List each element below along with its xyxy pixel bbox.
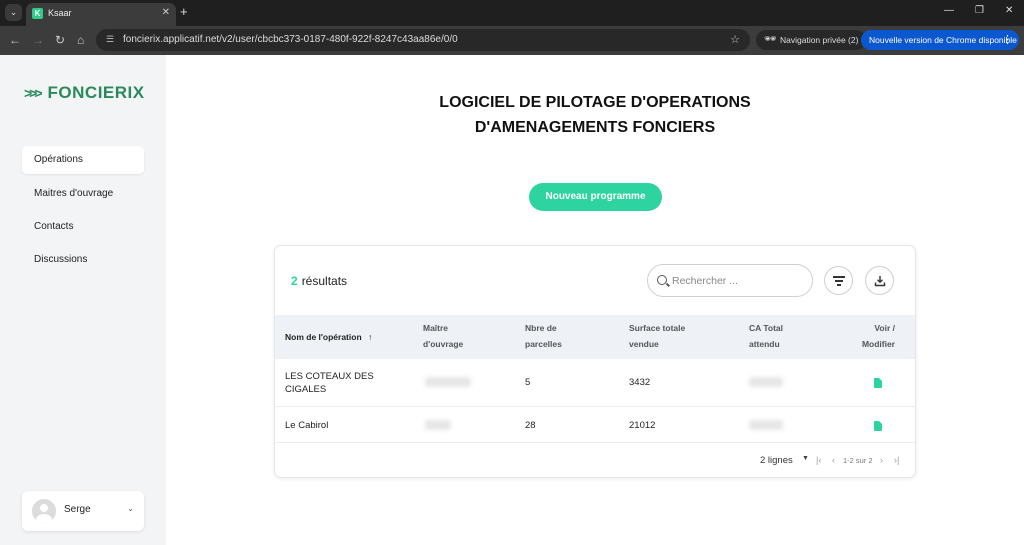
filter-icon [833, 276, 845, 286]
minimize-icon[interactable]: — [944, 5, 954, 16]
download-icon [874, 276, 886, 287]
redacted-maitre-ouvrage [425, 420, 451, 430]
column-maitre-line2: d'ouvrage [423, 339, 464, 349]
results-count: 2 résultats [291, 274, 347, 288]
new-tab-plus-icon[interactable]: + [180, 4, 188, 19]
page-title: LOGICIEL DE PILOTAGE D'OPERATIONS D'AMEN… [166, 90, 1024, 140]
filter-button[interactable] [824, 266, 853, 295]
page-range: 1-2 sur 2 [843, 456, 873, 465]
close-tab-icon[interactable]: ✕ [162, 7, 170, 18]
operation-name-line2: CIGALES [285, 384, 327, 395]
incognito-label: Navigation privée (2) [780, 35, 859, 45]
caret-down-icon[interactable]: ▼ [802, 455, 809, 462]
column-header-ca: CA Total attendu [749, 320, 783, 352]
column-surface-line1: Surface totale [629, 323, 686, 333]
address-bar: ← → ↻ ⌂ ☰ foncierix.applicatif.net/v2/us… [0, 26, 1024, 55]
prev-page-icon[interactable]: ‹ [832, 455, 835, 465]
column-header-surface: Surface totale vendue [629, 320, 685, 352]
new-program-button[interactable]: Nouveau programme [529, 183, 662, 211]
column-maitre-line1: Maître [423, 323, 449, 333]
edit-document-icon[interactable] [874, 421, 882, 431]
results-number: 2 [291, 274, 298, 288]
avatar [32, 499, 56, 523]
sidebar-item-operations[interactable]: Opérations [22, 146, 144, 174]
url-field[interactable]: ☰ foncierix.applicatif.net/v2/user/cbcbc… [96, 29, 750, 51]
download-button[interactable] [865, 266, 894, 295]
page-title-line1: LOGICIEL DE PILOTAGE D'OPERATIONS [439, 94, 751, 111]
column-ca-line2: attendu [749, 339, 780, 349]
ksaar-favicon-icon: K [32, 8, 43, 19]
url-text: foncierix.applicatif.net/v2/user/cbcbc37… [123, 34, 458, 45]
reload-icon[interactable]: ↻ [55, 33, 65, 47]
search-input[interactable] [672, 273, 802, 289]
search-box[interactable] [647, 264, 813, 297]
site-info-icon[interactable]: ☰ [106, 34, 114, 45]
kebab-menu-icon[interactable]: ⋮ [1002, 30, 1013, 50]
page-title-line2: D'AMENAGEMENTS FONCIERS [474, 119, 716, 136]
parcelles-count: 5 [525, 377, 531, 388]
user-menu[interactable]: Serge ⌄ [22, 491, 144, 531]
bookmark-star-icon[interactable]: ☆ [730, 33, 740, 46]
sidebar-item-discussions[interactable]: Discussions [22, 246, 144, 274]
operation-name: LES COTEAUX DES CIGALES [285, 370, 374, 396]
sidebar-item-maitres-ouvrage[interactable]: Maitres d'ouvrage [22, 180, 144, 208]
forward-arrow-icon[interactable]: → [32, 33, 44, 47]
results-label: résultats [301, 274, 348, 288]
edit-document-icon[interactable] [874, 378, 882, 388]
column-header-name[interactable]: Nom de l'opération ↑ [285, 329, 372, 345]
table-header: Nom de l'opération ↑ Maître d'ouvrage Nb… [275, 315, 915, 359]
incognito-badge[interactable]: 🕶 Navigation privée (2) [756, 30, 867, 50]
column-ca-line1: CA Total [749, 323, 783, 333]
table-row[interactable]: Le Cabirol 28 21012 [275, 407, 915, 443]
search-icon [657, 275, 667, 285]
chevron-down-icon: ⌄ [127, 504, 134, 513]
browser-tab-bar: ⌄ K Ksaar ✕ + — ❐ ✕ [0, 0, 1024, 26]
last-page-icon[interactable]: ›| [894, 455, 899, 465]
surface-value: 21012 [629, 420, 656, 431]
back-arrow-icon[interactable]: ← [9, 33, 21, 47]
next-page-icon[interactable]: › [880, 455, 883, 465]
chrome-update-button[interactable]: Nouvelle version de Chrome disponible ⋮ [861, 30, 1019, 50]
redacted-ca [749, 420, 783, 430]
column-header-maitre: Maître d'ouvrage [423, 320, 463, 352]
tab-search-chevron-icon[interactable]: ⌄ [5, 4, 22, 21]
logo-chevrons-icon: >>> [24, 85, 42, 101]
sidebar-item-contacts[interactable]: Contacts [22, 213, 144, 241]
surface-value: 3432 [629, 377, 651, 388]
window-close-icon[interactable]: ✕ [1005, 5, 1013, 16]
restore-icon[interactable]: ❐ [975, 5, 984, 16]
user-name: Serge [64, 504, 91, 515]
operation-name: Le Cabirol [285, 420, 329, 431]
column-header-voir: Voir / Modifier [855, 320, 895, 352]
sidebar: >>> FONCIERIX Opérations Maitres d'ouvra… [0, 55, 166, 545]
redacted-ca [749, 377, 783, 387]
column-voir-line1: Voir / [874, 323, 895, 333]
first-page-icon[interactable]: |‹ [816, 455, 821, 465]
column-header-parcelles: Nbre de parcelles [525, 320, 562, 352]
app-logo[interactable]: >>> FONCIERIX [24, 83, 145, 103]
table-row[interactable]: LES COTEAUX DES CIGALES 5 3432 [275, 359, 915, 407]
column-name-label: Nom de l'opération [285, 332, 362, 342]
logo-text: FONCIERIX [47, 83, 145, 102]
browser-tab[interactable]: K Ksaar ✕ [26, 3, 176, 26]
redacted-maitre-ouvrage [425, 377, 471, 387]
sort-arrow-up-icon: ↑ [368, 332, 373, 342]
column-parcelles-line1: Nbre de [525, 323, 557, 333]
column-voir-line2: Modifier [861, 339, 895, 349]
operation-name-line1: LES COTEAUX DES [285, 371, 374, 382]
home-icon[interactable]: ⌂ [77, 33, 84, 47]
column-surface-line2: vendue [629, 339, 659, 349]
parcelles-count: 28 [525, 420, 536, 431]
tab-title: Ksaar [48, 8, 72, 18]
update-label: Nouvelle version de Chrome disponible [869, 35, 1017, 45]
operations-table-card: 2résultats Nom de l'opération ↑ Maître d… [274, 245, 916, 478]
rows-per-page-select[interactable]: 2 lignes [760, 455, 793, 466]
column-parcelles-line2: parcelles [525, 339, 562, 349]
incognito-icon: 🕶 [764, 34, 777, 45]
pagination: 2 lignes ▼ |‹ ‹ 1-2 sur 2 › ›| [275, 450, 915, 470]
